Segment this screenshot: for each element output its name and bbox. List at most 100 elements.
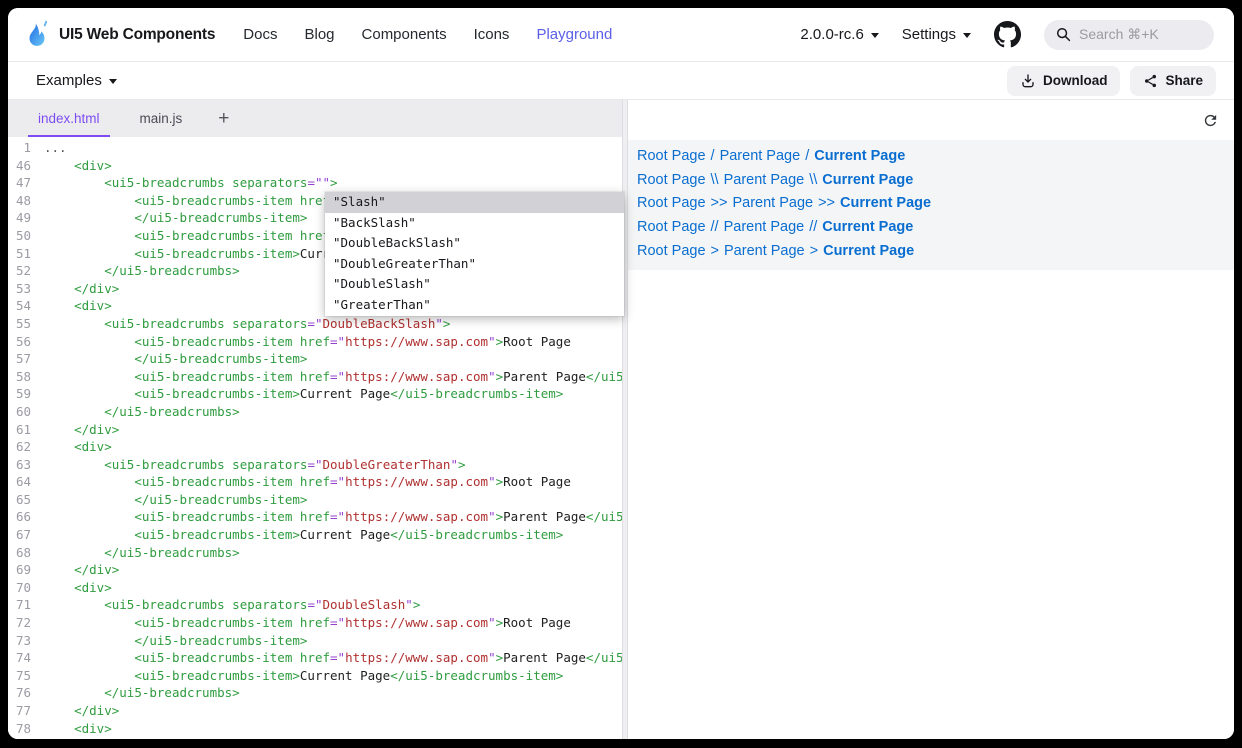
code-line[interactable]: 67 <ui5-breadcrumbs-item>Current Page</u… [8,526,622,544]
nav-item-icons[interactable]: Icons [474,26,510,43]
breadcrumb-link[interactable]: Root Page [637,148,706,164]
code-token: <ui5-breadcrumbs-item [134,193,292,208]
line-number: 55 [8,315,44,333]
code-text: <ui5-breadcrumbs-item href="https://www.… [44,333,622,351]
code-token [44,457,104,472]
line-number: 1 [8,139,44,157]
line-number: 67 [8,526,44,544]
code-token [44,615,134,630]
code-line[interactable]: 57 </ui5-breadcrumbs-item> [8,350,622,368]
line-number: 49 [8,209,44,227]
code-line[interactable]: 1... [8,139,622,157]
line-number: 48 [8,192,44,210]
breadcrumb-link[interactable]: Root Page [637,219,706,235]
code-line[interactable]: 59 <ui5-breadcrumbs-item>Current Page</u… [8,385,622,403]
breadcrumb-link[interactable]: Root Page [637,172,706,188]
code-token: DoubleGreaterThan [323,457,451,472]
code-line[interactable]: 60 </ui5-breadcrumbs> [8,403,622,421]
line-number: 53 [8,280,44,298]
code-token: </ui5-breadcrumbs-item> [134,492,307,507]
add-tab-button[interactable]: + [212,100,235,137]
breadcrumb: Root Page>>Parent Page>>Current Page [628,192,1234,216]
code-token [292,228,300,243]
code-token: = [307,175,315,190]
code-token [44,175,104,190]
breadcrumb-link[interactable]: Parent Page [724,172,805,188]
nav-item-components[interactable]: Components [362,26,447,43]
autocomplete-option[interactable]: "DoubleBackSlash" [325,233,624,254]
tab-main-js[interactable]: main.js [130,100,193,137]
autocomplete-option[interactable]: "GreaterThan" [325,295,624,316]
search-input[interactable]: Search ⌘+K [1044,20,1214,50]
code-line[interactable]: 70 <div> [8,579,622,597]
nav-item-docs[interactable]: Docs [243,26,277,43]
code-text: </div> [44,421,622,439]
code-token [292,369,300,384]
code-token: = [330,369,338,384]
code-text: <ui5-breadcrumbs-item>Current Page</ui5-… [44,385,622,403]
code-line[interactable]: 65 </ui5-breadcrumbs-item> [8,491,622,509]
examples-menu[interactable]: Examples [36,72,117,89]
code-token: > [496,369,504,384]
code-token: </ui5-breadcrumbs-item> [390,668,563,683]
autocomplete-option[interactable]: "Slash" [325,192,624,213]
settings-menu[interactable]: Settings [902,26,971,43]
share-button[interactable]: Share [1130,66,1216,96]
code-line[interactable]: 74 <ui5-breadcrumbs-item href="https://w… [8,649,622,667]
code-text: <ui5-breadcrumbs separators=""> [44,174,622,192]
code-token: <ui5-breadcrumbs [104,597,224,612]
breadcrumb-link[interactable]: Parent Page [724,219,805,235]
breadcrumb-link[interactable]: Parent Page [732,195,813,211]
toolbar-actions: Download Share [1007,66,1216,96]
breadcrumb-link[interactable]: Root Page [637,243,706,259]
code-line[interactable]: 75 <ui5-breadcrumbs-item>Current Page</u… [8,667,622,685]
line-number: 50 [8,227,44,245]
code-line[interactable]: 69 </div> [8,561,622,579]
refresh-button[interactable] [1200,110,1221,131]
code-line[interactable]: 71 <ui5-breadcrumbs separators="DoubleSl… [8,596,622,614]
download-button[interactable]: Download [1007,66,1121,96]
nav-item-blog[interactable]: Blog [304,26,334,43]
code-line[interactable]: 61 </div> [8,421,622,439]
code-line[interactable]: 78 <div> [8,720,622,738]
code-line[interactable]: 68 </ui5-breadcrumbs> [8,544,622,562]
code-line[interactable]: 76 </ui5-breadcrumbs> [8,684,622,702]
code-line[interactable]: 62 <div> [8,438,622,456]
code-line[interactable]: 72 <ui5-breadcrumbs-item href="https://w… [8,614,622,632]
code-line[interactable]: 46 <div> [8,157,622,175]
code-line[interactable]: 66 <ui5-breadcrumbs-item href="https://w… [8,508,622,526]
breadcrumb-link[interactable]: Parent Page [724,243,805,259]
autocomplete-option[interactable]: "DoubleGreaterThan" [325,254,624,275]
code-token [44,351,134,366]
github-link[interactable] [994,21,1021,48]
code-line[interactable]: 73 </ui5-breadcrumbs-item> [8,632,622,650]
code-line[interactable]: 55 <ui5-breadcrumbs separators="DoubleBa… [8,315,622,333]
code-token [44,316,104,331]
breadcrumb-link[interactable]: Parent Page [720,148,801,164]
breadcrumb-separator: \\ [804,172,822,188]
brand[interactable]: UI5 Web Components [24,20,215,50]
code-line[interactable]: 56 <ui5-breadcrumbs-item href="https://w… [8,333,622,351]
code-token: " [338,474,346,489]
nav-item-playground[interactable]: Playground [536,26,612,43]
breadcrumb: Root Page/Parent Page/Current Page [628,144,1234,168]
code-line[interactable]: 58 <ui5-breadcrumbs-item href="https://w… [8,368,622,386]
autocomplete-dropdown: "Slash""BackSlash""DoubleBackSlash""Doub… [325,192,624,316]
line-number: 58 [8,368,44,386]
code-line[interactable]: 63 <ui5-breadcrumbs separators="DoubleGr… [8,456,622,474]
chevron-down-icon [963,33,971,38]
code-token: </ui5-breadcrumbs-item> [390,527,563,542]
code-token: " [488,650,496,665]
version-selector[interactable]: 2.0.0-rc.6 [800,26,878,43]
code-token: " [488,509,496,524]
code-line[interactable]: 77 </div> [8,702,622,720]
line-number: 69 [8,561,44,579]
code-token: Parent Page [503,369,586,384]
autocomplete-option[interactable]: "BackSlash" [325,213,624,234]
tab-index-html[interactable]: index.html [28,100,110,137]
breadcrumb-link[interactable]: Root Page [637,195,706,211]
code-token: " [315,316,323,331]
code-line[interactable]: 64 <ui5-breadcrumbs-item href="https://w… [8,473,622,491]
autocomplete-option[interactable]: "DoubleSlash" [325,274,624,295]
code-line[interactable]: 47 <ui5-breadcrumbs separators=""> [8,174,622,192]
